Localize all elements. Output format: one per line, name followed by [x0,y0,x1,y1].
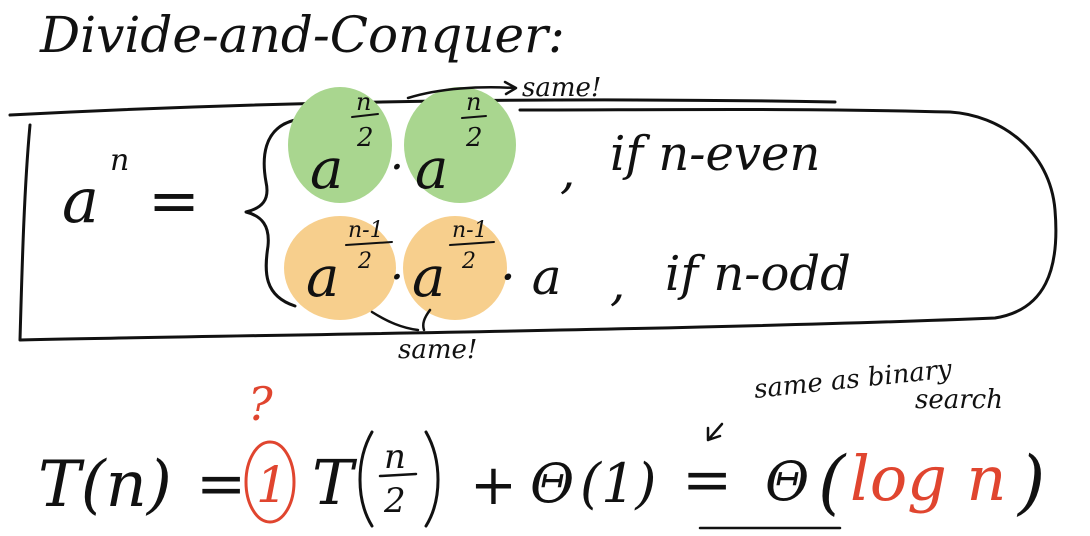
odd-exp-den-2: 2 [461,249,476,274]
theta-1: Θ [530,452,574,515]
odd-base-2: a [412,245,445,310]
odd-condition: if n-odd [665,246,851,302]
lhs-base: a [62,164,99,237]
frac-denominator: 2 [383,481,406,521]
odd-base-1: a [306,245,339,310]
whiteboard-canvas: Divide-and-Conquer: a n = a n 2 · a n 2 … [8,6,1058,530]
frac-open-paren [358,430,374,528]
even-exp-den-2: 2 [465,123,483,153]
lhs-exponent: n [110,143,129,178]
even-exp-num-1: n [356,88,371,116]
recurrence-equals: = [196,449,246,519]
odd-exp-num-1: n-1 [348,218,384,243]
even-condition: if n-even [610,126,820,182]
odd-comma: , [610,256,625,312]
frac-close-paren [424,430,440,528]
same-bottom-label: same! [398,335,477,365]
odd-exp-den-1: 2 [357,249,372,274]
lhs-equals: = [148,164,200,237]
result-open-paren: ( [818,441,847,523]
recurrence-plus: + [470,453,517,518]
even-exp-den-1: 2 [356,123,374,153]
search-label: search [915,385,1003,415]
odd-dot: · [390,252,404,303]
result-theta: Θ [765,450,809,513]
odd-exp-num-2: n-1 [452,218,488,243]
coefficient: 1 [256,456,288,514]
same-bottom-pointer [370,308,432,332]
even-comma: , [560,144,575,200]
recurrence-lhs: T(n) [38,448,172,522]
theta-1-arg: (1) [580,452,657,515]
recurrence-T: T [312,446,358,519]
frac-numerator: n [384,437,406,477]
odd-times-a: · a [500,248,562,306]
question-mark: ? [248,377,273,431]
even-dot: · [390,142,404,193]
same-top-label: same! [522,73,601,103]
result-log-n: log n [850,442,1006,515]
even-exp-num-2: n [466,88,481,116]
even-base-2: a [415,137,448,202]
heading: Divide-and-Conquer: [39,6,565,64]
recurrence-equals-2: = [682,445,732,515]
result-close-paren: ) [1016,441,1045,523]
even-base-1: a [310,137,343,202]
binary-search-pointer [706,422,724,442]
